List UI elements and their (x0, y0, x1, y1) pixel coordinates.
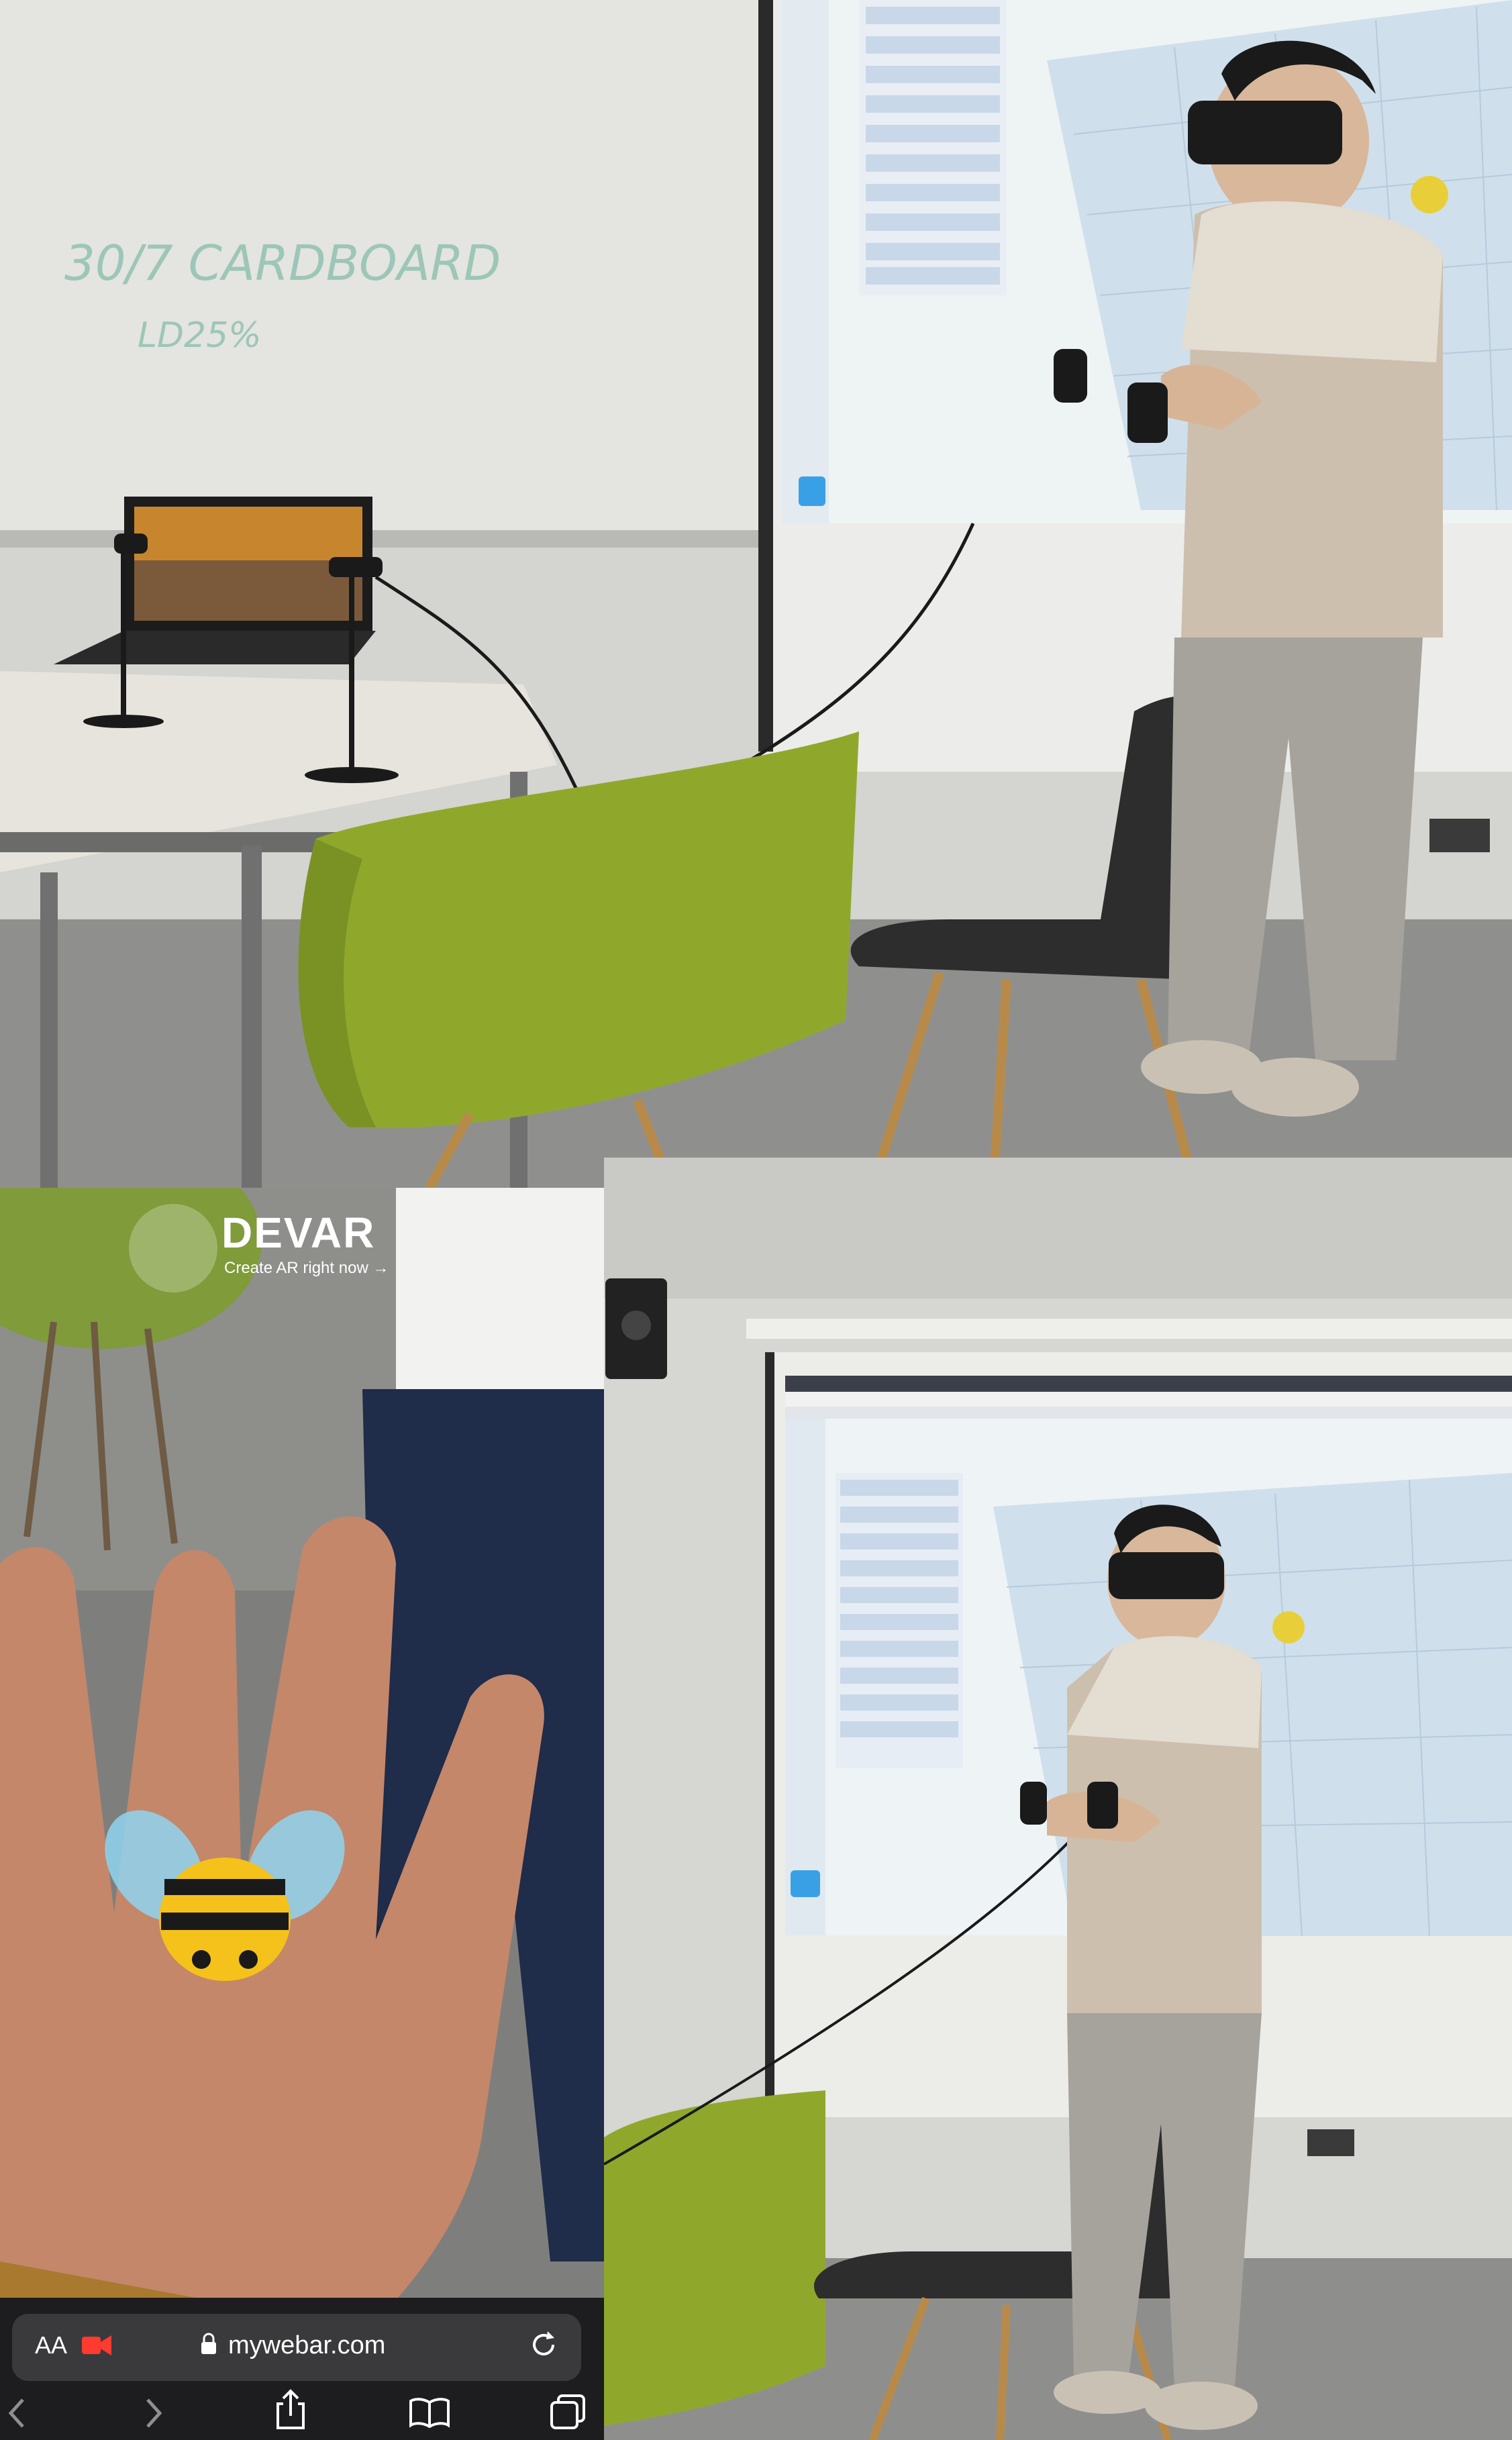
whiteboard-text-2: LD25% (138, 315, 262, 356)
vr-headset (1188, 101, 1342, 164)
walker-shirt (396, 1188, 604, 1423)
share-icon[interactable] (274, 2389, 307, 2431)
url-text[interactable]: mywebar.com (228, 2331, 385, 2360)
ar-scene (0, 1188, 604, 2440)
vr-controller-left (1054, 349, 1087, 403)
vr-headset (1109, 1552, 1224, 1599)
reload-icon[interactable] (529, 2330, 558, 2359)
sensor-right (329, 557, 383, 577)
back-icon[interactable] (7, 2397, 27, 2429)
screen-roll (746, 1319, 1512, 1339)
projected-bee (1272, 1611, 1305, 1643)
text-size-button[interactable]: AA (35, 2331, 67, 2359)
shoe-left (1054, 2371, 1161, 2414)
wall-outlet (1429, 819, 1490, 852)
lock-icon (201, 2333, 216, 2354)
top-scene (0, 0, 1512, 1188)
bookmarks-icon[interactable] (409, 2397, 450, 2428)
projected-blue-button (791, 1870, 820, 1897)
bottom-right-scene (604, 1158, 1512, 2440)
projected-bee (1411, 176, 1448, 213)
projected-sidebar (782, 0, 829, 523)
forward-icon[interactable] (144, 2397, 164, 2429)
bee-eye-right (239, 1950, 258, 1969)
devar-logo[interactable]: DEVAR (221, 1208, 375, 1258)
tabs-icon[interactable] (549, 2393, 587, 2431)
vr-controller-right (1127, 383, 1168, 443)
table-leg (242, 846, 262, 1188)
bottom-left-ar-view (0, 1188, 604, 2440)
projected-address-bar (785, 1392, 1512, 1407)
shoe-right (1231, 1058, 1359, 1117)
vr-controller-left (1020, 1782, 1047, 1825)
screen-frame (758, 0, 773, 752)
projected-blue-button (799, 476, 825, 506)
shoe-right (1145, 2382, 1258, 2430)
projected-browser-tabs (785, 1376, 1512, 1392)
bottom-right-photo-vr-demo (604, 1158, 1512, 2440)
sensor-left (114, 533, 148, 554)
top-photo-vr-demo: 30/7 CARDBOARD LD25% (0, 0, 1512, 1188)
whiteboard-text-1: 30/7 CARDBOARD (64, 235, 501, 291)
photo-collage: 30/7 CARDBOARD LD25% DEVAR Create AR rig… (0, 0, 1512, 2440)
bee-eye-left (192, 1950, 211, 1969)
green-chair (604, 2090, 825, 2426)
devar-tagline-link[interactable]: Create AR right now → (224, 1259, 389, 1278)
vr-controller-right (1087, 1782, 1118, 1829)
record-icon[interactable] (82, 2334, 111, 2357)
